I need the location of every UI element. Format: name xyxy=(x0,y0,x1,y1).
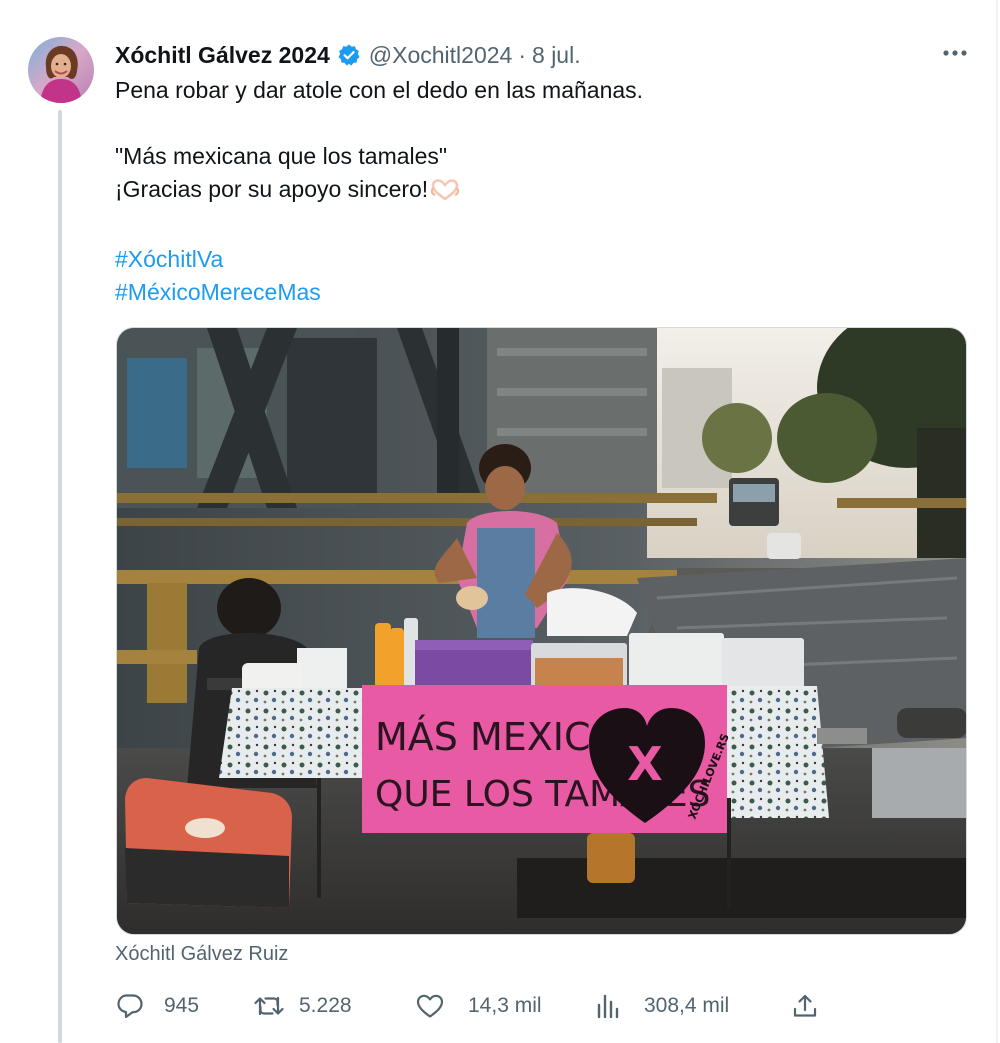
tweet-line-text: ¡Gracias por su apoyo sincero! xyxy=(115,176,429,202)
photo-caption: Xóchitl Gálvez Ruiz xyxy=(115,943,289,965)
avatar-image xyxy=(28,37,94,103)
tweet: Xóchitl Gálvez 2024 @Xochitl2024 · 8 jul… xyxy=(0,0,1000,1043)
share-icon xyxy=(789,990,821,1022)
repost-button[interactable]: 5.228 xyxy=(253,988,352,1024)
handle[interactable]: @Xochitl2024 xyxy=(369,42,513,69)
banner-logo-letter: X xyxy=(627,737,662,791)
tweet-text: Pena robar y dar atole con el dedo en la… xyxy=(115,74,955,309)
tweet-line: Pena robar y dar atole con el dedo en la… xyxy=(115,77,644,103)
street-vendor-photo: MÁS MEXICANA QUE LOS TAMALES X XOCHILOVE… xyxy=(117,328,966,934)
tweet-line: "Más mexicana que los tamales" xyxy=(115,143,448,169)
heart-hands-emoji-icon xyxy=(430,177,460,210)
thread-line xyxy=(58,110,62,1043)
reply-count: 945 xyxy=(164,994,200,1017)
hashtag-link[interactable]: #MéxicoMereceMas xyxy=(115,276,955,309)
views-button[interactable]: 308,4 mil xyxy=(592,988,729,1024)
banner: MÁS MEXICANA QUE LOS TAMALES X XOCHILOVE… xyxy=(362,685,732,833)
separator-dot: · xyxy=(518,41,527,68)
views-icon xyxy=(592,990,624,1022)
share-button[interactable] xyxy=(789,988,821,1024)
timestamp[interactable]: 8 jul. xyxy=(532,42,581,69)
tweet-header: Xóchitl Gálvez 2024 @Xochitl2024 · 8 jul… xyxy=(115,40,581,70)
more-horizontal-icon[interactable] xyxy=(940,40,970,66)
reply-icon xyxy=(114,990,146,1022)
repost-icon xyxy=(253,990,285,1022)
like-icon xyxy=(414,990,446,1022)
tweet-photo[interactable]: MÁS MEXICANA QUE LOS TAMALES X XOCHILOVE… xyxy=(116,327,967,935)
views-count: 308,4 mil xyxy=(644,994,730,1017)
avatar[interactable] xyxy=(28,37,94,103)
display-name[interactable]: Xóchitl Gálvez 2024 xyxy=(115,42,330,69)
repost-count: 5.228 xyxy=(299,994,352,1017)
like-button[interactable]: 14,3 mil xyxy=(414,988,542,1024)
tweet-line: ¡Gracias por su apoyo sincero! xyxy=(115,173,955,210)
action-bar: 945 5.228 14,3 mil 308,4 mil xyxy=(114,988,834,1024)
hashtag-link[interactable]: #XóchitlVa xyxy=(115,243,955,276)
timeline-divider xyxy=(996,0,998,1043)
like-count: 14,3 mil xyxy=(468,994,542,1017)
verified-badge-icon[interactable] xyxy=(337,43,361,67)
reply-button[interactable]: 945 xyxy=(114,988,199,1024)
